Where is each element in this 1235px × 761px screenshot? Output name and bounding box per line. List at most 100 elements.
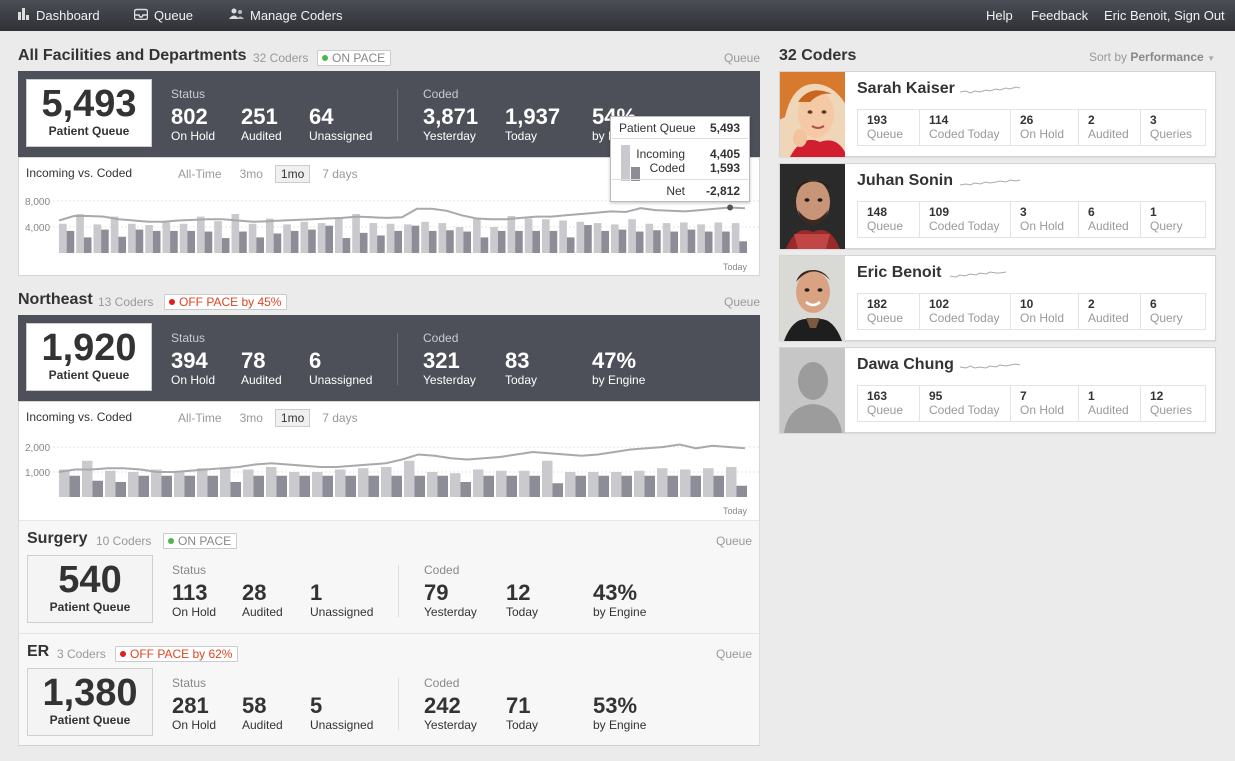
bar-coded xyxy=(736,485,747,497)
bar-coded xyxy=(687,229,696,253)
stat-today: 12 Today xyxy=(506,581,538,620)
coder-name[interactable]: Juhan Sonin xyxy=(857,172,953,190)
section-header-northeast: Northeast 13 Coders OFF PACE by 45% Queu… xyxy=(18,291,760,313)
queue-link[interactable]: Queue xyxy=(724,51,760,65)
bar-incoming xyxy=(680,222,688,253)
chart-hover-marker xyxy=(727,204,734,211)
bar-incoming xyxy=(317,223,326,253)
stat-label: Audited xyxy=(1088,311,1129,325)
coder-stat-coded-today: 114 Coded Today xyxy=(920,110,1011,145)
sort-dropdown[interactable]: Sort by Performance ▼ xyxy=(1089,50,1215,64)
stat-value: 802 xyxy=(171,104,208,129)
pace-badge: ON PACE xyxy=(163,533,238,549)
nav-queue[interactable]: Queue xyxy=(133,8,193,23)
bar-incoming xyxy=(300,221,309,253)
bar-coded xyxy=(92,480,103,497)
coder-name[interactable]: Sarah Kaiser xyxy=(857,80,955,98)
coder-card[interactable]: Sarah Kaiser 193 Queue 114 Coded Today 26 O… xyxy=(779,71,1216,157)
sign-out-link[interactable]: Eric Benoit, Sign Out xyxy=(1104,8,1225,23)
coder-card[interactable]: Juhan Sonin 148 Queue 109 Coded Today 3 On … xyxy=(779,163,1216,249)
bar-incoming xyxy=(335,469,346,497)
stat-label: Audited xyxy=(241,373,282,387)
pace-badge-label: ON PACE xyxy=(178,534,232,548)
bar-coded xyxy=(446,230,454,253)
stat-label: Queue xyxy=(867,127,904,141)
bar-coded xyxy=(460,482,471,497)
status-label: Status xyxy=(172,563,207,577)
coder-name[interactable]: Eric Benoit xyxy=(857,264,941,282)
help-link[interactable]: Help xyxy=(986,8,1013,23)
patient-queue-value: 5,493 xyxy=(41,83,137,125)
stat-label: Today xyxy=(506,718,539,732)
stat-label: Unassigned xyxy=(310,605,374,619)
stat-yesterday: 242 Yesterday xyxy=(424,694,477,733)
feedback-link[interactable]: Feedback xyxy=(1031,8,1088,23)
stat-engine: 43% by Engine xyxy=(593,581,646,620)
bar-incoming xyxy=(542,219,550,253)
stats-panel-er: ER 3 Coders OFF PACE by 62% Queue 1,380 … xyxy=(18,634,760,746)
stat-label: Unassigned xyxy=(309,129,373,143)
bar-coded xyxy=(152,230,161,253)
queue-link[interactable]: Queue xyxy=(716,647,752,661)
bar-incoming xyxy=(243,469,254,497)
bar-incoming xyxy=(634,470,645,497)
coder-stats: 182 Queue 102 Coded Today 10 On Hold 2 Audit… xyxy=(857,293,1206,330)
bar-incoming xyxy=(59,223,67,253)
bar-incoming xyxy=(214,221,222,253)
bar-coded xyxy=(207,475,218,497)
stat-value: 182 xyxy=(867,297,888,311)
stat-label: by Engine xyxy=(592,373,646,387)
patient-queue-box[interactable]: 1,920 Patient Queue xyxy=(26,323,152,391)
bar-incoming xyxy=(59,469,70,497)
queue-link[interactable]: Queue xyxy=(716,534,752,548)
status-label: Status xyxy=(171,87,206,101)
bar-coded xyxy=(187,230,195,253)
bar-coded xyxy=(598,475,609,497)
patient-queue-box[interactable]: 540 Patient Queue xyxy=(27,555,153,623)
bar-coded xyxy=(345,475,356,497)
bar-incoming xyxy=(358,468,369,497)
stat-audited: 251 Audited xyxy=(241,104,282,144)
bar-incoming xyxy=(128,472,139,497)
bar-coded xyxy=(480,237,489,253)
stat-label: Coded Today xyxy=(929,403,1000,417)
chart-plot[interactable]: 2,000 1,000 Today xyxy=(19,402,761,522)
bar-incoming xyxy=(197,468,208,497)
bar-coded xyxy=(722,231,730,253)
section-header-all: All Facilities and Departments 32 Coders… xyxy=(18,47,760,69)
stat-value: 321 xyxy=(423,348,460,373)
bar-incoming xyxy=(162,222,171,253)
bar-incoming xyxy=(703,468,714,497)
patient-queue-box[interactable]: 1,380 Patient Queue xyxy=(27,668,153,736)
stat-value: 79 xyxy=(424,580,449,605)
bar-incoming xyxy=(611,224,619,253)
line-patient-queue xyxy=(58,443,746,473)
section-title: ER xyxy=(27,643,50,660)
nav-dashboard[interactable]: Dashboard xyxy=(18,8,100,23)
bar-coded xyxy=(690,475,701,497)
queue-link[interactable]: Queue xyxy=(724,295,760,309)
bar-coded xyxy=(497,230,506,253)
stat-label: On Hold xyxy=(1020,127,1065,141)
stat-value: 6 xyxy=(309,348,322,373)
stat-audited: 58 Audited xyxy=(242,694,283,733)
bar-coded xyxy=(184,475,195,497)
coder-card[interactable]: Eric Benoit 182 Queue 102 Coded Today 10 On… xyxy=(779,255,1216,341)
bar-incoming xyxy=(151,469,162,497)
stat-on-hold: 394 On Hold xyxy=(171,349,215,388)
stat-value: 1 xyxy=(1088,389,1095,403)
coder-card[interactable]: Dawa Chung 163 Queue 95 Coded Today 7 On Ho… xyxy=(779,347,1216,433)
nav-manage-coders[interactable]: Manage Coders xyxy=(229,8,343,23)
sparkline-chart xyxy=(950,271,1007,278)
bar-coded xyxy=(552,483,563,497)
stat-label: Yesterday xyxy=(423,129,476,143)
bar-incoming xyxy=(697,224,705,253)
stat-value: 251 xyxy=(241,104,278,129)
patient-queue-box[interactable]: 5,493 Patient Queue xyxy=(26,79,152,147)
stat-value: 28 xyxy=(242,580,267,605)
stat-value: 6 xyxy=(1088,205,1095,219)
bar-coded xyxy=(276,475,287,497)
coder-name[interactable]: Dawa Chung xyxy=(857,356,954,374)
bar-coded xyxy=(411,225,420,253)
caret-down-icon: ▼ xyxy=(1207,54,1215,63)
